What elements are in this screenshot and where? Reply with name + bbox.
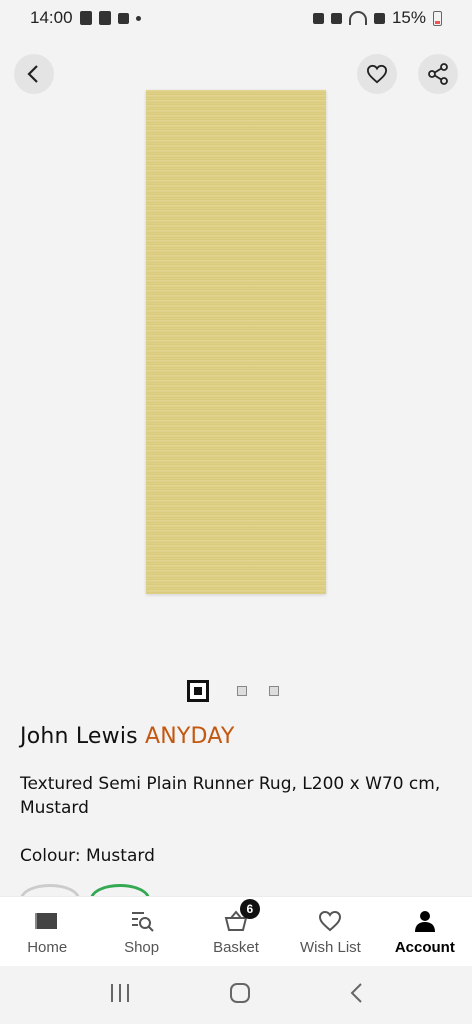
heart-icon <box>366 64 388 84</box>
nav-home[interactable]: Home <box>0 897 94 966</box>
nav-wishlist[interactable]: Wish List <box>283 897 377 966</box>
colour-label: Colour: Mustard <box>20 846 155 866</box>
nav-shop[interactable]: Shop <box>94 897 188 966</box>
shop-search-icon <box>129 909 155 933</box>
account-icon <box>412 909 438 933</box>
nav-home-label: Home <box>27 939 68 956</box>
heart-icon <box>317 909 343 933</box>
share-icon <box>428 63 448 85</box>
recent-apps-button[interactable] <box>109 983 131 1008</box>
back-system-button[interactable] <box>349 982 363 1009</box>
battery-percent: 15% <box>391 8 426 27</box>
brand-name[interactable]: John Lewis ANYDAY <box>20 724 235 749</box>
brand-main: John Lewis <box>20 724 138 749</box>
share-button[interactable] <box>418 54 458 94</box>
pagination-dot-3[interactable] <box>269 686 279 696</box>
wifi-icon <box>348 11 367 25</box>
status-time: 14:00 <box>30 8 73 27</box>
home-circle-icon <box>230 982 250 1003</box>
pagination-dot-2[interactable] <box>237 686 247 696</box>
home-icon <box>34 909 60 933</box>
nav-basket[interactable]: 6 Basket <box>189 897 283 966</box>
more-notifications-icon <box>135 15 141 21</box>
nav-account[interactable]: Account <box>378 897 472 966</box>
battery-saver-icon <box>312 12 324 24</box>
status-right: 15% <box>312 8 442 28</box>
news-icon <box>98 11 111 25</box>
product-image-gallery[interactable] <box>0 36 472 676</box>
chevron-left-icon <box>27 65 38 83</box>
alert-icon <box>79 11 92 25</box>
system-nav-bar <box>0 966 472 1024</box>
cell-signal-icon <box>373 12 385 24</box>
image-pagination <box>0 680 472 702</box>
nav-basket-label: Basket <box>213 939 259 956</box>
basket-count-badge: 6 <box>239 899 260 919</box>
status-left: 14:00 <box>30 8 141 28</box>
bottom-nav: Home Shop 6 Basket Wish List Account <box>0 896 472 966</box>
product-image-rug <box>146 90 326 594</box>
chevron-left-icon <box>350 982 362 1003</box>
home-system-button[interactable] <box>229 982 251 1009</box>
signal-boost-icon <box>117 12 129 24</box>
status-bar: 14:00 15% <box>0 0 472 36</box>
add-to-wishlist-button[interactable] <box>357 54 397 94</box>
pagination-dot-1[interactable] <box>187 680 209 702</box>
product-title: Textured Semi Plain Runner Rug, L200 x W… <box>20 774 441 818</box>
battery-icon <box>433 10 442 26</box>
mute-icon <box>330 12 342 24</box>
nav-shop-label: Shop <box>124 939 160 956</box>
nav-account-label: Account <box>394 939 455 956</box>
nav-wishlist-label: Wish List <box>300 939 361 956</box>
back-button[interactable] <box>14 54 54 94</box>
recent-apps-icon <box>111 983 129 1002</box>
brand-sub: ANYDAY <box>145 724 235 749</box>
